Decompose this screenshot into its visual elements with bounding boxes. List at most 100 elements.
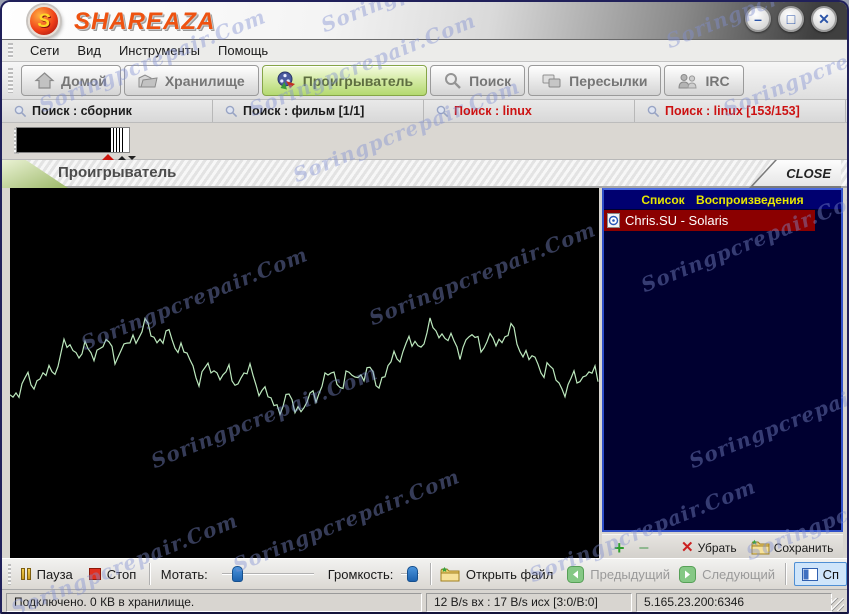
irc-people-icon bbox=[678, 73, 697, 88]
stop-label: Стоп bbox=[106, 566, 137, 582]
search-icon bbox=[436, 105, 449, 117]
menu-help[interactable]: Помощь bbox=[209, 43, 277, 58]
shareaza-logo-icon: S bbox=[28, 5, 60, 37]
previous-button[interactable]: Предыдущий bbox=[567, 565, 671, 583]
tab-transfers[interactable]: Пересылки bbox=[528, 65, 662, 96]
seek-slider[interactable] bbox=[221, 565, 314, 583]
monitor-display bbox=[17, 128, 111, 152]
window-controls: – □ ✕ bbox=[745, 6, 837, 32]
monitor-bar bbox=[119, 128, 123, 152]
status-bandwidth: 12 B/s вх : 17 B/s исх [3:0/B:0] bbox=[426, 592, 632, 612]
tab-search[interactable]: Поиск bbox=[430, 65, 526, 96]
maximize-button[interactable]: □ bbox=[778, 6, 804, 32]
stop-icon bbox=[88, 568, 101, 580]
status-address: 5.165.23.200:6346 bbox=[636, 592, 832, 612]
transfers-icon bbox=[542, 74, 561, 87]
previous-label: Предыдущий bbox=[590, 566, 671, 582]
menu-tools[interactable]: Инструменты bbox=[110, 43, 209, 58]
home-icon bbox=[34, 72, 55, 89]
menu-bar: Сети Вид Инструменты Помощь bbox=[2, 40, 847, 62]
search-tab-linux-results[interactable]: Поиск : linux [153/153] bbox=[635, 100, 846, 122]
track-title: Chris.SU - Solaris bbox=[625, 213, 729, 228]
search-icon bbox=[445, 72, 462, 89]
menubar-gripper[interactable] bbox=[8, 43, 13, 58]
clear-label: Убрать bbox=[697, 540, 737, 555]
search-tab-row: Поиск : сборник Поиск : фильм [1/1] Поис… bbox=[2, 100, 847, 123]
volume-thumb[interactable] bbox=[407, 566, 419, 582]
save-folder-icon bbox=[751, 539, 770, 555]
close-button[interactable]: ✕ bbox=[811, 6, 837, 32]
tab-label: Пересылки bbox=[569, 72, 648, 89]
separator bbox=[430, 563, 431, 585]
volume-slider[interactable] bbox=[401, 565, 420, 583]
playlist-add-button[interactable]: + bbox=[614, 539, 625, 557]
next-button[interactable]: Следующий bbox=[679, 565, 776, 583]
player-panel-header: Проигрыватель CLOSE bbox=[2, 160, 847, 188]
search-tab-sbornik[interactable]: Поиск : сборник bbox=[2, 100, 213, 122]
library-folder-icon bbox=[138, 73, 158, 87]
open-folder-icon bbox=[440, 567, 460, 582]
status-bar: Подключено. 0 КВ в хранилище. 12 B/s вх … bbox=[2, 590, 847, 612]
tab-label: Домой bbox=[61, 72, 107, 89]
status-connection: Подключено. 0 КВ в хранилище. bbox=[6, 592, 422, 612]
pause-label: Пауза bbox=[36, 566, 73, 582]
volume-label: Громкость: bbox=[327, 566, 394, 582]
search-tab-film[interactable]: Поиск : фильм [1/1] bbox=[213, 100, 424, 122]
media-file-icon bbox=[607, 213, 620, 228]
tab-label: IRC bbox=[705, 72, 730, 89]
pause-icon bbox=[20, 568, 31, 580]
minimize-button[interactable]: – bbox=[745, 6, 771, 32]
content-area: Список Воспроизведения Chris.SU - Solari… bbox=[2, 188, 847, 560]
tab-label: Хранилище bbox=[164, 72, 245, 89]
save-label: Сохранить bbox=[773, 540, 834, 555]
close-label: CLOSE bbox=[786, 165, 831, 181]
toggle-label: Сп bbox=[822, 566, 840, 582]
open-file-label: Открыть файл bbox=[465, 566, 554, 582]
playlist-clear-button[interactable]: ✕ Убрать bbox=[681, 540, 737, 555]
search-tab-label: Поиск : linux bbox=[454, 104, 532, 118]
next-arrow-icon bbox=[679, 565, 697, 583]
search-icon bbox=[14, 105, 27, 117]
toolbar-gripper[interactable] bbox=[8, 67, 13, 94]
resize-grip[interactable] bbox=[831, 598, 844, 611]
app-brand: SHAREAZA bbox=[74, 8, 216, 35]
search-icon bbox=[647, 105, 660, 117]
playlist-panel: Список Воспроизведения Chris.SU - Solari… bbox=[602, 188, 843, 532]
red-x-icon: ✕ bbox=[681, 539, 694, 556]
tab-library[interactable]: Хранилище bbox=[123, 65, 259, 96]
search-tab-label: Поиск : linux [153/153] bbox=[665, 104, 800, 118]
separator bbox=[149, 563, 150, 585]
playlist-save-button[interactable]: Сохранить bbox=[751, 539, 834, 555]
tab-home[interactable]: Домой bbox=[21, 65, 121, 96]
tab-irc[interactable]: IRC bbox=[664, 65, 744, 96]
title-bar[interactable]: S SHAREAZA – □ ✕ bbox=[2, 2, 847, 40]
nav-toolbar: Домой Хранилище Проигрыватель Поиск Пере… bbox=[2, 62, 847, 100]
tab-label: Проигрыватель bbox=[302, 72, 414, 89]
stop-button[interactable]: Стоп bbox=[88, 566, 137, 582]
playlist-item-selected[interactable]: Chris.SU - Solaris bbox=[604, 210, 815, 231]
seek-thumb[interactable] bbox=[232, 566, 244, 582]
menu-view[interactable]: Вид bbox=[68, 43, 110, 58]
logo-letter: S bbox=[37, 10, 51, 32]
tab-label: Поиск bbox=[469, 72, 512, 89]
controls-gripper[interactable] bbox=[8, 563, 11, 585]
seek-label: Мотать: bbox=[160, 566, 208, 582]
panel-close-button[interactable]: CLOSE bbox=[749, 160, 841, 188]
panel-title: Проигрыватель bbox=[58, 164, 177, 181]
open-file-button[interactable]: Открыть файл bbox=[440, 566, 553, 582]
monitor-bar bbox=[113, 128, 117, 152]
playlist-toggle-button[interactable]: Сп bbox=[793, 562, 847, 586]
monitor-panel bbox=[16, 127, 130, 153]
menu-networks[interactable]: Сети bbox=[21, 43, 68, 58]
pause-button[interactable]: Пауза bbox=[20, 566, 73, 582]
next-label: Следующий bbox=[702, 566, 776, 582]
tab-media-player[interactable]: Проигрыватель bbox=[261, 65, 428, 96]
shareaza-window: S SHAREAZA – □ ✕ Сети Вид Инструменты По… bbox=[0, 0, 849, 614]
previous-arrow-icon bbox=[567, 565, 585, 583]
player-controls-bar: Пауза Стоп Мотать: Громкость: Открыть фа… bbox=[2, 558, 847, 590]
media-visualization-area bbox=[9, 188, 599, 558]
playlist-toolbar: + − ✕ Убрать Сохранить bbox=[602, 534, 843, 560]
search-tab-linux[interactable]: Поиск : linux bbox=[424, 100, 635, 122]
playlist-remove-track-button[interactable]: − bbox=[639, 539, 650, 557]
playlist-header: Список Воспроизведения bbox=[604, 190, 841, 209]
